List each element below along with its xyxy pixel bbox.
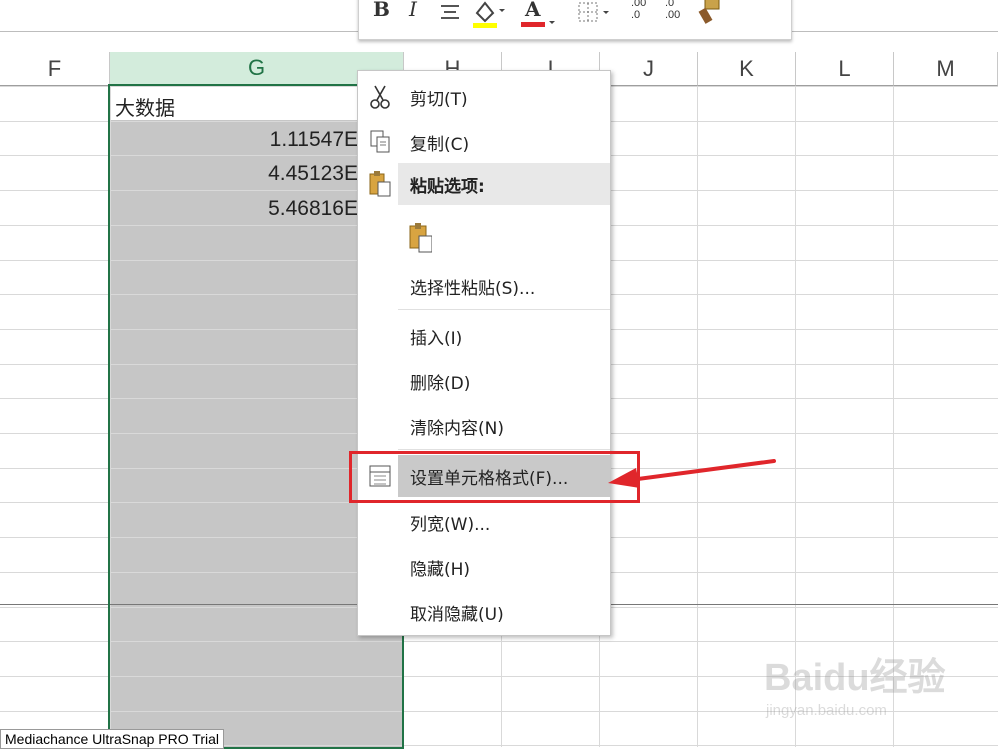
italic-button[interactable]: I (409, 0, 417, 21)
menu-item-paste-options: 粘贴选项: (358, 163, 610, 205)
menu-label: 剪切(T) (410, 89, 468, 110)
menu-item-column-width[interactable]: 列宽(W)... (358, 501, 610, 543)
watermark-url: jingyan.baidu.com (766, 702, 887, 719)
menu-label: 列宽(W)... (410, 514, 491, 535)
menu-item-unhide[interactable]: 取消隐藏(U) (358, 591, 610, 633)
paste-icon (368, 171, 392, 197)
menu-label: 取消隐藏(U) (410, 604, 504, 625)
menu-separator (398, 309, 610, 310)
column-label: J (643, 55, 654, 81)
column-header-m[interactable]: M (894, 52, 998, 86)
column-label: F (47, 55, 62, 81)
menu-label: 删除(D) (410, 373, 471, 394)
trial-label: Mediachance UltraSnap PRO Trial (0, 729, 224, 749)
menu-label: 粘贴选项: (410, 176, 485, 197)
paste-icon (408, 223, 432, 253)
fill-color-icon[interactable] (471, 0, 505, 29)
increase-decimal-icon[interactable]: .00 .0 (631, 0, 646, 21)
menu-label: 插入(I) (410, 328, 463, 349)
column-header-j[interactable]: J (600, 52, 698, 86)
menu-label: 清除内容(N) (410, 418, 504, 439)
gridline (697, 86, 698, 747)
cell-g1[interactable]: 大数据 (115, 92, 175, 121)
paste-button[interactable] (358, 217, 610, 259)
decrease-decimal-icon[interactable]: .0 .00 (665, 0, 680, 21)
mini-toolbar: B I A .00 .0 .0 .00 (358, 0, 792, 40)
cell-g3[interactable]: 4.45123E (108, 162, 358, 186)
menu-item-clear-contents[interactable]: 清除内容(N) (358, 405, 610, 447)
format-painter-icon[interactable] (697, 0, 723, 25)
align-icon[interactable] (439, 3, 461, 21)
menu-item-copy[interactable]: 复制(C) (358, 121, 610, 163)
menu-item-insert[interactable]: 插入(I) (358, 315, 610, 357)
column-header-l[interactable]: L (796, 52, 894, 86)
column-label: K (739, 55, 754, 81)
baidu-watermark: Baidu经验 jingyan.baidu.com (760, 640, 970, 730)
menu-separator (398, 449, 610, 450)
cell-g4[interactable]: 5.46816E (108, 197, 358, 221)
bold-button[interactable]: B (373, 0, 390, 21)
scissors-icon (368, 84, 392, 110)
column-header-f[interactable]: F (0, 52, 110, 86)
column-label: M (936, 55, 955, 81)
context-menu: 剪切(T) 复制(C) 粘贴选项: 选择性粘贴(S)... 插入(I) 删除(D… (357, 70, 611, 636)
font-color-swatch (521, 21, 555, 27)
menu-item-hide[interactable]: 隐藏(H) (358, 546, 610, 588)
menu-item-paste-special[interactable]: 选择性粘贴(S)... (358, 265, 610, 307)
menu-label: 选择性粘贴(S)... (410, 278, 536, 299)
font-color-button[interactable]: A (525, 0, 541, 21)
watermark-brand: Baidu经验 (764, 657, 946, 699)
cell-g2[interactable]: 1.11547E (108, 128, 358, 152)
copy-icon (368, 129, 392, 155)
column-header-k[interactable]: K (698, 52, 796, 86)
menu-item-cut[interactable]: 剪切(T) (358, 76, 610, 118)
menu-item-delete[interactable]: 删除(D) (358, 360, 610, 402)
menu-label: 复制(C) (410, 134, 470, 155)
borders-icon[interactable] (577, 1, 613, 25)
annotation-arrow-icon (608, 459, 776, 488)
column-label: G (247, 55, 266, 80)
annotation-highlight-box (349, 451, 640, 503)
column-label: L (838, 55, 851, 81)
menu-label: 隐藏(H) (410, 559, 471, 580)
